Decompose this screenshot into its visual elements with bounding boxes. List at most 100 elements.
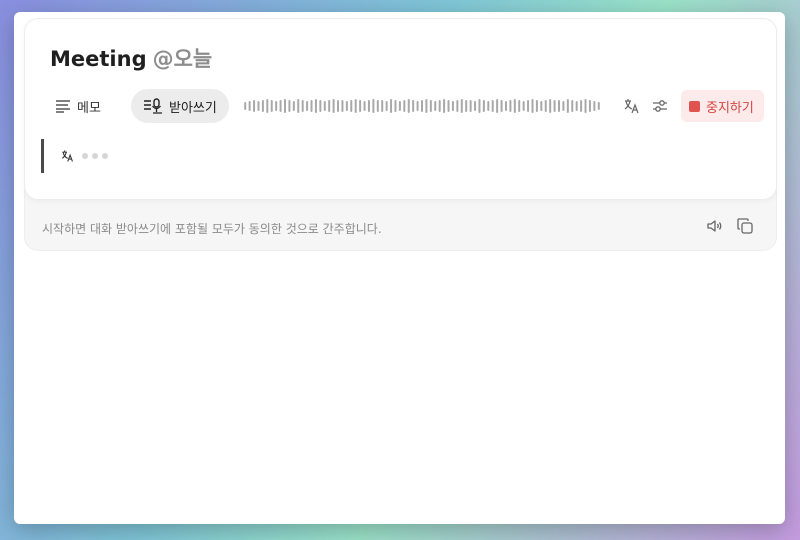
typing-indicator	[82, 153, 112, 159]
waveform-bar	[447, 100, 450, 112]
stop-button-label: 중지하기	[706, 100, 754, 116]
waveform-bar	[354, 99, 357, 113]
meeting-window: Meeting @오늘 메모 받아쓰기 중지하기 시작하면 대화 받아쓰기에 포…	[14, 12, 785, 524]
page-title: Meeting @오늘	[50, 43, 212, 73]
waveform-bar	[367, 100, 370, 112]
waveform-bar	[359, 100, 362, 112]
waveform-bar	[412, 100, 415, 112]
language-icon[interactable]	[620, 95, 642, 117]
waveform-bar	[363, 101, 366, 111]
waveform-bar	[518, 100, 521, 112]
waveform-bar	[297, 99, 300, 113]
tab-memo[interactable]: 메모	[45, 89, 111, 123]
waveform-bar	[341, 100, 344, 112]
waveform-bar	[451, 101, 454, 111]
waveform-bar	[421, 100, 423, 112]
waveform-bar	[394, 100, 397, 112]
waveform-bar	[275, 101, 278, 111]
waveform-bar	[478, 99, 481, 113]
waveform-bar	[500, 100, 503, 112]
waveform-bar	[376, 100, 379, 112]
meeting-title[interactable]: Meeting	[50, 47, 147, 71]
waveform-bar	[443, 99, 446, 113]
waveform-bar	[531, 99, 534, 113]
tab-memo-label: 메모	[77, 100, 101, 116]
transcribe-mic-icon	[144, 98, 162, 114]
sliders-icon[interactable]	[649, 95, 671, 117]
waveform-bar	[540, 101, 543, 111]
waveform-bar	[345, 101, 348, 111]
waveform-bar	[496, 99, 499, 113]
waveform-bar	[460, 99, 463, 113]
waveform-bar	[522, 101, 525, 111]
waveform-bar	[288, 100, 291, 112]
waveform-bar	[469, 100, 472, 112]
waveform-bar	[553, 100, 556, 112]
waveform-bar	[584, 99, 587, 113]
waveform-bar	[253, 100, 256, 112]
typing-dot	[102, 153, 108, 159]
waveform-bar	[279, 100, 282, 112]
waveform-bar	[292, 101, 295, 111]
waveform-bar	[372, 99, 375, 113]
waveform-bar	[434, 101, 437, 111]
speaker-icon[interactable]	[705, 216, 725, 236]
waveform-bar	[416, 101, 419, 111]
waveform-bar	[580, 100, 583, 112]
waveform-bar	[593, 101, 596, 111]
toolbar: 메모 받아쓰기 중지하기	[45, 89, 765, 123]
waveform-bar	[491, 100, 494, 112]
waveform-bar	[509, 100, 512, 112]
waveform-bar	[301, 100, 304, 112]
waveform-bar	[407, 99, 410, 113]
waveform-bar	[558, 100, 561, 112]
waveform-bar	[261, 100, 264, 112]
waveform-bar	[323, 101, 326, 111]
typing-dot	[82, 153, 88, 159]
waveform-bar	[429, 100, 432, 112]
waveform-bar	[332, 99, 335, 113]
waveform-bar	[597, 102, 600, 110]
waveform-bar	[438, 100, 441, 112]
waveform-bar	[562, 101, 565, 111]
waveform-bar	[248, 101, 251, 111]
waveform-bar	[527, 100, 530, 112]
waveform-bar	[487, 101, 490, 111]
waveform-bar	[425, 99, 428, 113]
waveform-bar	[385, 101, 388, 111]
copy-icon[interactable]	[735, 216, 755, 236]
waveform-bar	[544, 100, 547, 112]
waveform-bar	[270, 100, 273, 112]
waveform-bar	[319, 100, 322, 112]
waveform-bar	[588, 100, 591, 112]
waveform-bar	[549, 99, 552, 113]
language-icon-small	[61, 150, 73, 162]
waveform-bar	[403, 100, 406, 112]
tab-transcribe[interactable]: 받아쓰기	[131, 89, 229, 123]
waveform-bar	[535, 100, 538, 112]
waveform-bar	[575, 101, 578, 111]
consent-notice-text: 시작하면 대화 받아쓰기에 포함될 모두가 동의한 것으로 간주합니다.	[42, 222, 382, 236]
waveform-bar	[350, 100, 353, 112]
waveform-bar	[337, 100, 340, 112]
waveform-bar	[257, 101, 260, 111]
waveform-bar	[266, 99, 269, 113]
waveform-bar	[571, 100, 574, 112]
waveform-bar	[310, 100, 313, 112]
waveform-bar	[465, 100, 468, 112]
waveform-bar	[390, 99, 393, 113]
audio-waveform-icon	[244, 99, 600, 113]
waveform-bar	[513, 99, 516, 113]
stop-square-icon	[689, 100, 700, 112]
memo-lines-icon	[56, 100, 70, 113]
waveform-bar	[566, 99, 569, 113]
waveform-bar	[456, 100, 459, 112]
waveform-bar	[504, 101, 507, 111]
transcript-area	[41, 139, 112, 173]
meeting-card: Meeting @오늘 메모 받아쓰기 중지하기	[24, 18, 777, 200]
stop-button[interactable]: 중지하기	[681, 90, 764, 122]
date-tag[interactable]: @오늘	[153, 47, 213, 71]
waveform-bar	[283, 99, 286, 113]
waveform-bar	[314, 99, 317, 113]
typing-dot	[92, 153, 98, 159]
